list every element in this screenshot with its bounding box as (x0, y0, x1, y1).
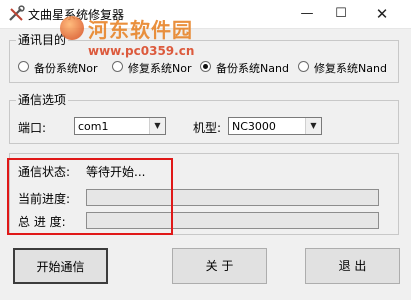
total-progress-label: 总 进 度: (18, 215, 66, 229)
tools-icon (9, 5, 25, 21)
model-label: 机型: (193, 121, 222, 135)
exit-button[interactable]: 退 出 (305, 248, 400, 284)
title-bar: 文曲星系统修复器 — ☐ ✕ (0, 0, 411, 29)
current-progress-label: 当前进度: (18, 192, 71, 206)
close-button[interactable]: ✕ (367, 3, 397, 25)
radio-dot-selected (200, 61, 211, 72)
port-value: com1 (78, 120, 109, 133)
minimize-button[interactable]: — (292, 3, 322, 25)
chevron-down-icon[interactable]: ▼ (305, 118, 321, 134)
radio-label: 修复系统Nor (128, 62, 192, 75)
radio-label: 备份系统Nor (34, 62, 98, 75)
radio-dot (18, 61, 29, 72)
about-button[interactable]: 关 于 (172, 248, 267, 284)
total-progress-bar (86, 212, 379, 229)
radio-dot (298, 61, 309, 72)
radio-label: 备份系统Nand (216, 62, 289, 75)
maximize-button[interactable]: ☐ (326, 3, 356, 25)
chevron-down-icon[interactable]: ▼ (149, 118, 165, 134)
start-communication-button[interactable]: 开始通信 (13, 248, 108, 284)
options-group-title: 通信选项 (16, 93, 69, 107)
window-title: 文曲星系统修复器 (28, 8, 125, 22)
current-progress-bar (86, 189, 379, 206)
model-select[interactable]: NC3000 ▼ (228, 117, 322, 135)
radio-dot (112, 61, 123, 72)
status-value: 等待开始... (86, 165, 146, 179)
port-label: 端口: (18, 121, 47, 135)
model-value: NC3000 (232, 120, 276, 133)
status-label: 通信状态: (18, 165, 71, 179)
port-select[interactable]: com1 ▼ (74, 117, 166, 135)
purpose-group-title: 通讯目的 (16, 33, 69, 47)
radio-label: 修复系统Nand (314, 62, 387, 75)
